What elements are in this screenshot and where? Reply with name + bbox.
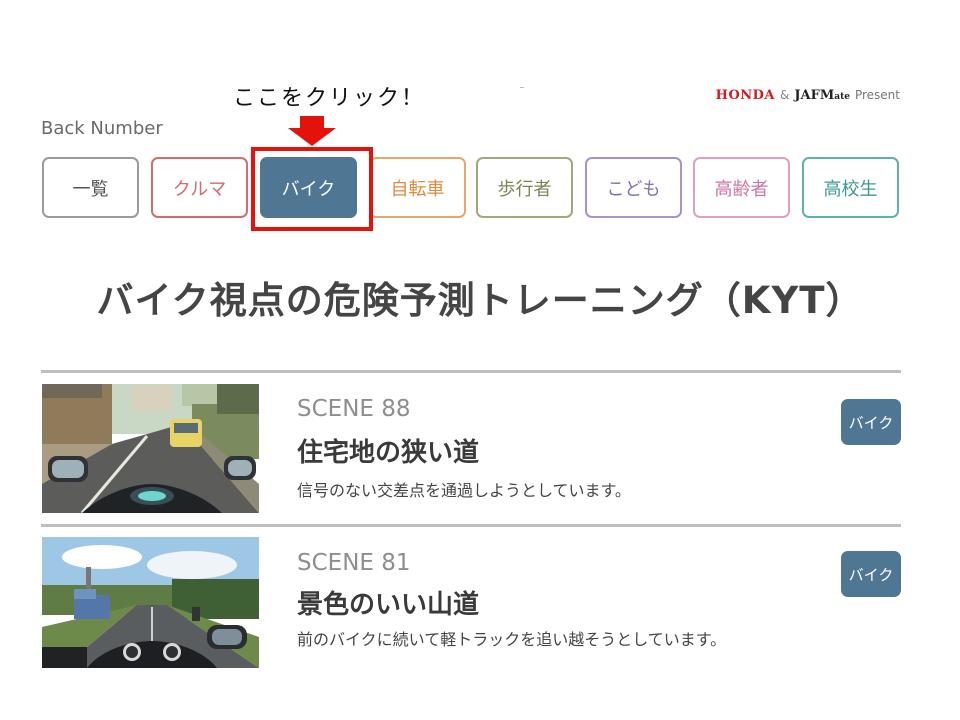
scene-thumbnail[interactable] — [42, 384, 259, 513]
tab-car[interactable]: クルマ — [151, 157, 248, 218]
tab-label: 自転車 — [390, 178, 445, 200]
tag-label: バイク — [848, 565, 894, 584]
tab-label: こども — [606, 178, 661, 200]
tab-label: クルマ — [172, 178, 227, 200]
scene-category-tag[interactable]: バイク — [841, 399, 901, 445]
scene-number: SCENE 81 — [297, 550, 411, 576]
page-title: バイク視点の危険予測トレーニング（KYT） — [96, 279, 864, 322]
sponsor-ampersand: & — [780, 88, 790, 102]
tab-label: 歩行者 — [497, 178, 552, 200]
callout-text: ここをクリック！ — [233, 86, 426, 111]
tag-label: バイク — [848, 413, 894, 432]
tab-label: 高齢者 — [714, 178, 769, 200]
jafmate-logo-suffix: ate — [834, 92, 850, 102]
tab-label: 一覧 — [72, 178, 109, 200]
scene-title[interactable]: 景色のいい山道 — [297, 584, 479, 621]
jafmate-logo: JAFM — [794, 88, 835, 103]
tab-bicycle[interactable]: 自転車 — [369, 157, 466, 218]
down-arrow-icon — [288, 116, 336, 146]
scene-thumbnail[interactable] — [42, 537, 259, 668]
scene-description: 前のバイクに続いて軽トラックを追い越そうとしています。 — [297, 630, 727, 649]
tab-children[interactable]: こども — [585, 157, 682, 218]
tab-pedestrian[interactable]: 歩行者 — [476, 157, 573, 218]
tab-elderly[interactable]: 高齢者 — [693, 157, 790, 218]
sponsor-present-label: Present — [854, 88, 900, 102]
back-number-label: Back Number — [41, 118, 163, 139]
scene-number: SCENE 88 — [297, 396, 411, 422]
divider — [41, 370, 901, 373]
divider-mark — [520, 87, 524, 88]
scene-description: 信号のない交差点を通過しようとしています。 — [297, 481, 631, 500]
tab-list-all[interactable]: 一覧 — [42, 157, 139, 218]
scene-category-tag[interactable]: バイク — [841, 551, 901, 597]
highlight-frame — [251, 147, 373, 231]
divider — [41, 524, 901, 527]
scene-title[interactable]: 住宅地の狭い道 — [297, 432, 479, 469]
sponsor-logos: HONDA & JAFM ate Present — [716, 88, 900, 103]
tab-label: 高校生 — [823, 178, 878, 200]
honda-logo: HONDA — [715, 88, 776, 103]
tab-high-school[interactable]: 高校生 — [802, 157, 899, 218]
